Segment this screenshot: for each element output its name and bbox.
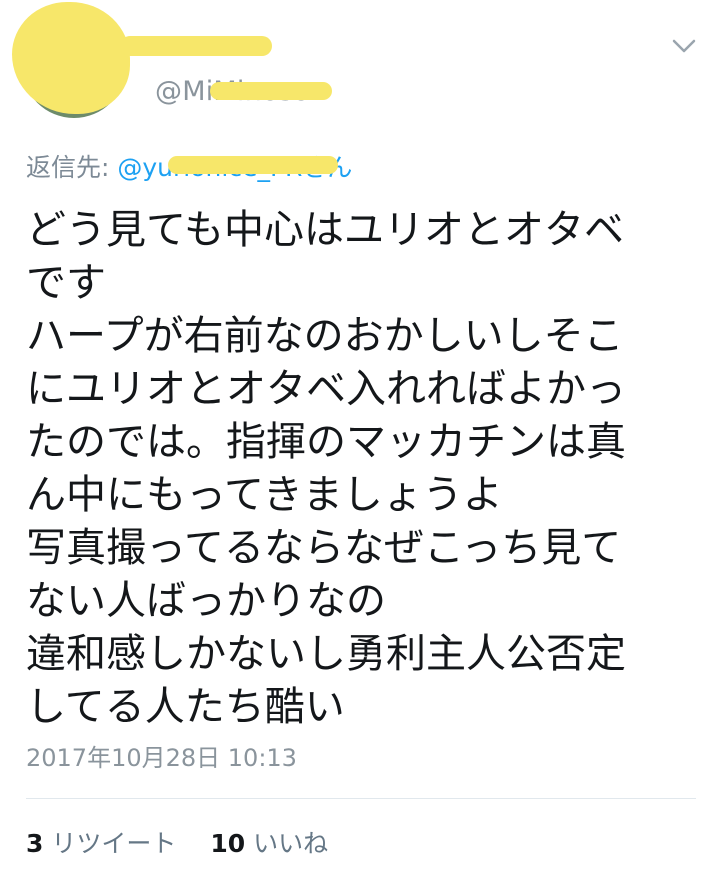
retweets-stat[interactable]: 3 リツイート xyxy=(26,824,176,860)
likes-label: いいね xyxy=(253,829,329,858)
reply-prefix: 返信先: xyxy=(26,153,118,182)
likes-count: 10 xyxy=(210,829,246,858)
tweet-stats: 3 リツイート 10 いいね xyxy=(26,824,328,860)
mention-redaction xyxy=(168,156,338,174)
display-name-redaction xyxy=(120,36,272,56)
retweets-label: リツイート xyxy=(51,829,177,858)
tweet-text: どう見ても中心はユリオとオタベ です ハープが右前なのおかしいしそこ にユリオと… xyxy=(26,207,626,730)
chevron-down-icon[interactable] xyxy=(670,34,698,58)
divider xyxy=(26,798,696,799)
retweets-count: 3 xyxy=(26,829,44,858)
tweet-header: @MiMinoso xyxy=(0,0,720,140)
likes-stat[interactable]: 10 いいね xyxy=(210,824,328,860)
tweet-timestamp[interactable]: 2017年10月28日 10:13 xyxy=(26,738,297,773)
avatar-redaction xyxy=(12,2,130,114)
handle-redaction xyxy=(210,82,332,100)
